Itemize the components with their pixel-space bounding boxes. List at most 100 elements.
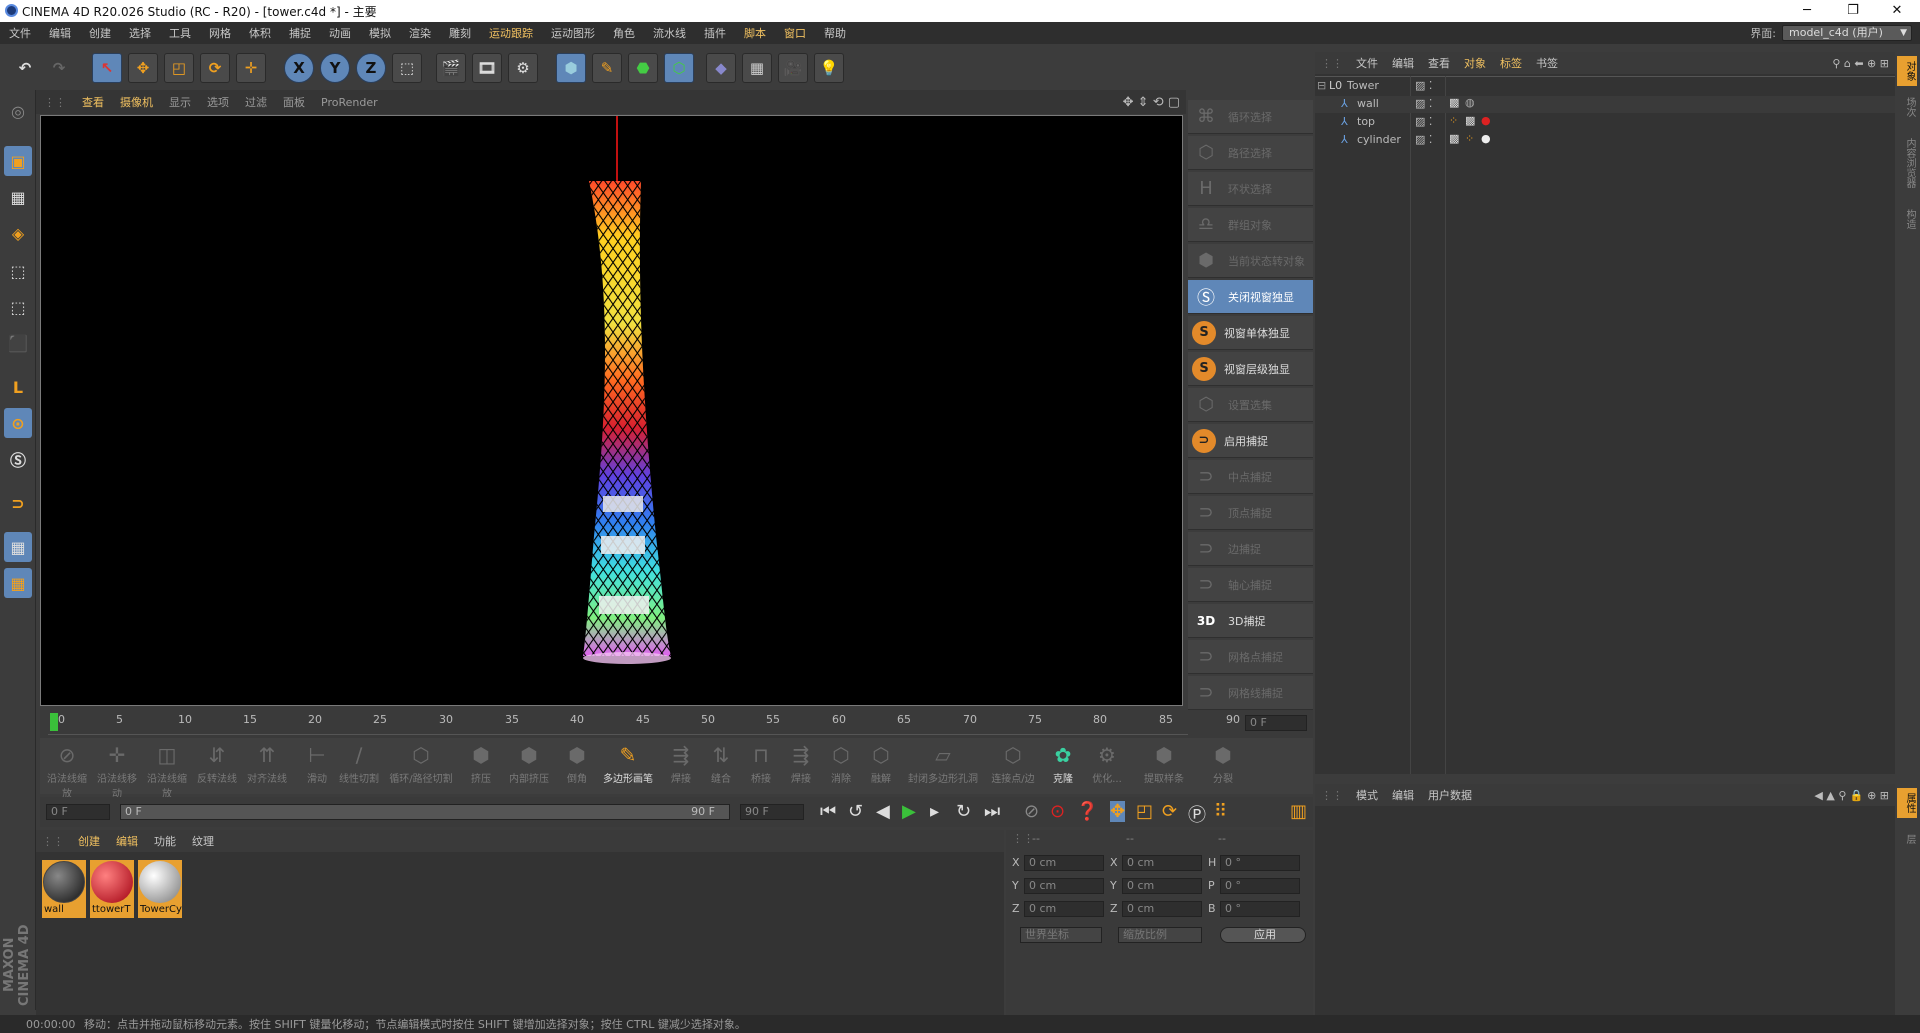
- material-menu-create[interactable]: 创建: [70, 833, 108, 849]
- menu-volume[interactable]: 体积: [240, 25, 280, 41]
- tool-bevel[interactable]: ⬢ 倒角: [554, 740, 600, 792]
- material-top[interactable]: ttowerT: [90, 860, 134, 918]
- menu-animate[interactable]: 动画: [320, 25, 360, 41]
- palette-axis-snap[interactable]: ⊃ 轴心捕捉: [1188, 568, 1313, 602]
- timeline-ruler[interactable]: 0 5 10 15 20 25 30 35 40 45 50 55 60 65 …: [40, 710, 1313, 738]
- size-y-field[interactable]: 0 cm: [1122, 878, 1202, 894]
- menu-sculpt[interactable]: 雕刻: [440, 25, 480, 41]
- scale-mode-select[interactable]: 缩放比例: [1118, 927, 1202, 943]
- tool-clone[interactable]: ✿ 克隆: [1040, 740, 1086, 792]
- om-menu-view[interactable]: 查看: [1421, 55, 1457, 71]
- visibility-icon[interactable]: ▨ ⁚: [1415, 115, 1432, 128]
- menu-file[interactable]: 文件: [0, 25, 40, 41]
- world-coordinates-select[interactable]: 世界坐标: [1020, 927, 1102, 943]
- palette-path-select[interactable]: ⬡ 路径选择: [1188, 136, 1313, 170]
- am-menu-edit[interactable]: 编辑: [1385, 787, 1421, 803]
- om-menu-bookmarks[interactable]: 书签: [1529, 55, 1565, 71]
- tab-takes[interactable]: 场次: [1897, 92, 1917, 122]
- tool-normal-scale-2[interactable]: ◫ 沿法线缩放: [144, 740, 190, 800]
- key-point-level-icon[interactable]: ⠿: [1214, 801, 1227, 822]
- rot-b-field[interactable]: 0 °: [1220, 901, 1300, 917]
- start-frame-field[interactable]: 0 F: [46, 804, 110, 820]
- rot-h-field[interactable]: 0 °: [1220, 855, 1300, 871]
- material-menu-edit[interactable]: 编辑: [108, 833, 146, 849]
- tool-reverse-normals[interactable]: ⇵ 反转法线: [194, 740, 240, 792]
- tool-extract-spline[interactable]: ⬢ 提取样条: [1134, 740, 1194, 792]
- menu-character[interactable]: 角色: [604, 25, 644, 41]
- key-param-icon[interactable]: Ⓟ: [1188, 801, 1206, 827]
- visibility-icon[interactable]: ▨ ⁚: [1415, 79, 1432, 92]
- render-settings-icon[interactable]: ⚙: [508, 53, 538, 83]
- palette-ring-select[interactable]: H 环状选择: [1188, 172, 1313, 206]
- model-mode-icon[interactable]: ▣: [4, 146, 32, 176]
- tool-slide[interactable]: ⊢ 滑动: [294, 740, 340, 792]
- move-icon[interactable]: ✥: [128, 53, 158, 83]
- x-axis-icon[interactable]: X: [284, 53, 314, 83]
- om-menu-objects[interactable]: 对象: [1457, 55, 1493, 71]
- recent-tool-icon[interactable]: ✛: [236, 53, 266, 83]
- palette-enable-snap[interactable]: ⊃ 启用捕捉: [1188, 424, 1313, 458]
- record-icon[interactable]: ⊙: [1050, 801, 1065, 822]
- rot-p-field[interactable]: 0 °: [1220, 878, 1300, 894]
- material-cylinder[interactable]: TowerCy: [138, 860, 182, 918]
- redo-icon[interactable]: ↷: [44, 53, 74, 83]
- viewport-menu-camera[interactable]: 摄像机: [112, 94, 161, 110]
- menu-create[interactable]: 创建: [80, 25, 120, 41]
- tool-optimize[interactable]: ⚙ 优化...: [1084, 740, 1130, 792]
- tool-extrude[interactable]: ⬢ 挤压: [458, 740, 504, 792]
- rotate-icon[interactable]: ⟳: [200, 53, 230, 83]
- pos-z-field[interactable]: 0 cm: [1024, 901, 1104, 917]
- material-menu-texture[interactable]: 纹理: [184, 833, 222, 849]
- make-editable-icon[interactable]: ◎: [4, 96, 32, 126]
- apply-button[interactable]: 应用: [1220, 927, 1306, 943]
- viewport-menu-panel[interactable]: 面板: [275, 94, 313, 110]
- playhead[interactable]: [50, 713, 58, 731]
- menu-render[interactable]: 渲染: [400, 25, 440, 41]
- material-tag-icon[interactable]: ◍: [1465, 96, 1475, 109]
- previous-key-icon[interactable]: ↺: [848, 801, 863, 822]
- menu-help[interactable]: 帮助: [815, 25, 855, 41]
- key-rotation-icon[interactable]: ⟳: [1162, 801, 1177, 822]
- polygons-mode-icon[interactable]: ⬛: [4, 328, 32, 358]
- tab-layers[interactable]: 层: [1897, 824, 1917, 854]
- menu-script[interactable]: 脚本: [735, 25, 775, 41]
- end-frame-field[interactable]: 90 F: [740, 804, 804, 820]
- palette-loop-select[interactable]: ⌘ 循环选择: [1188, 100, 1313, 134]
- tool-split[interactable]: ⬢ 分裂: [1200, 740, 1246, 792]
- menu-edit[interactable]: 编辑: [40, 25, 80, 41]
- palette-3d-snap[interactable]: 3D 3D捕捉: [1188, 604, 1313, 638]
- menu-tools[interactable]: 工具: [160, 25, 200, 41]
- render-picture-viewer-icon[interactable]: 🎞: [472, 53, 502, 83]
- menu-motion-tracking[interactable]: 运动跟踪: [480, 25, 542, 41]
- 3d-viewport[interactable]: [40, 115, 1183, 706]
- minimize-button[interactable]: ─: [1784, 0, 1830, 22]
- edges-mode-icon[interactable]: ⬚: [4, 292, 32, 322]
- deformer-icon[interactable]: ◆: [706, 53, 736, 83]
- palette-grid-point-snap[interactable]: ⊃ 网格点捕捉: [1188, 640, 1313, 674]
- frame-range-slider[interactable]: 0 F 90 F: [120, 804, 730, 820]
- palette-close-solo[interactable]: Ⓢ 关闭视窗独显: [1188, 280, 1313, 314]
- points-mode-icon[interactable]: ⬚: [4, 256, 32, 286]
- tree-row-cylinder[interactable]: ⅄ cylinder ▨ ⁚ ▩ ⁘ ●: [1315, 132, 1895, 149]
- palette-grid-line-snap[interactable]: ⊃ 网格线捕捉: [1188, 676, 1313, 710]
- material-wall[interactable]: wall: [42, 860, 86, 918]
- record-position-icon[interactable]: ⊘: [1024, 801, 1039, 822]
- key-scale-icon[interactable]: ◰: [1136, 801, 1153, 822]
- maximize-button[interactable]: ❐: [1830, 0, 1876, 22]
- snap-icon[interactable]: ⊃: [4, 488, 32, 518]
- render-view-icon[interactable]: 🎬: [436, 53, 466, 83]
- timeline-window-icon[interactable]: ▥: [1290, 801, 1307, 822]
- menu-snap[interactable]: 捕捉: [280, 25, 320, 41]
- tab-objects[interactable]: 对象: [1897, 56, 1917, 86]
- palette-edge-snap[interactable]: ⊃ 边捕捉: [1188, 532, 1313, 566]
- z-axis-icon[interactable]: Z: [356, 53, 386, 83]
- palette-set-selection[interactable]: ⬡ 设置选集: [1188, 388, 1313, 422]
- pos-y-field[interactable]: 0 cm: [1024, 878, 1104, 894]
- om-menu-file[interactable]: 文件: [1349, 55, 1385, 71]
- texture-mode-icon[interactable]: ▦: [4, 182, 32, 212]
- scale-icon[interactable]: ◰: [164, 53, 194, 83]
- menu-select[interactable]: 选择: [120, 25, 160, 41]
- palette-solo-single[interactable]: S 视窗单体独显: [1188, 316, 1313, 350]
- subdivision-icon[interactable]: ⬣: [628, 53, 658, 83]
- tree-row-wall[interactable]: ⅄ wall ▨ ⁚ ▩ ◍: [1315, 96, 1895, 113]
